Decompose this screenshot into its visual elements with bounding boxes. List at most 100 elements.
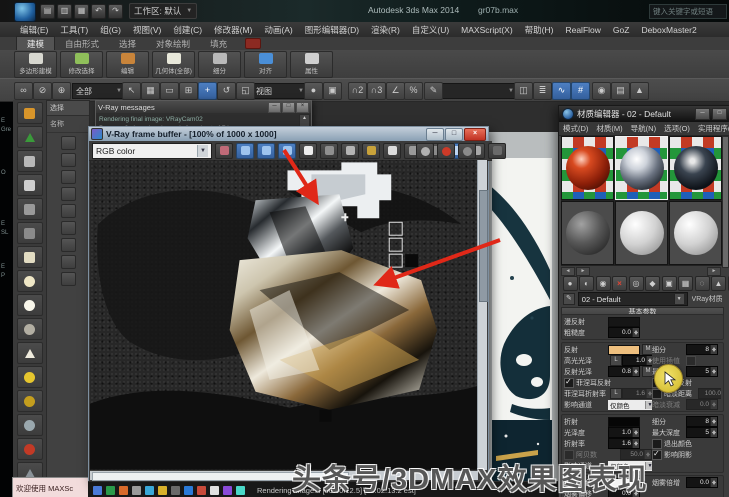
angle-snap-icon[interactable]: ∠ (386, 82, 405, 100)
menu-item[interactable]: 选项(O) (660, 123, 694, 134)
select-object-icon[interactable]: ↖ (122, 82, 141, 100)
bind-spacewarp-icon[interactable]: ⊕ (52, 82, 71, 100)
menu-item[interactable]: 实用程序(U) (694, 123, 729, 134)
ribbon-button[interactable]: 编辑 (106, 50, 149, 78)
exit-color-checkbox[interactable] (652, 438, 662, 449)
vray-messages-titlebar[interactable]: V-Ray messages ─ □ × (96, 101, 311, 113)
menu-item[interactable]: DeboxMaster2 (635, 25, 702, 35)
minimize-icon[interactable]: ─ (268, 101, 281, 113)
affect-shadows-checkbox[interactable] (652, 449, 662, 460)
select-scale-icon[interactable]: ◱ (236, 82, 255, 100)
explorer-item-icon[interactable] (60, 221, 76, 235)
ior-spinner[interactable]: 1.6 (608, 438, 640, 449)
taskbar-app-icon[interactable] (145, 485, 154, 495)
material-type-button[interactable]: VRay材质 (692, 294, 722, 304)
dock-tool-button[interactable] (16, 102, 43, 124)
make-unique-icon[interactable]: ◆ (645, 276, 660, 291)
menu-item[interactable]: 视图(V) (127, 24, 167, 36)
reflection-color-swatch[interactable] (608, 344, 640, 355)
ribbon-button[interactable]: 几何体(全部) (152, 50, 195, 78)
menu-item[interactable]: 渲染(R) (365, 24, 406, 36)
ribbon-button[interactable]: 细分 (198, 50, 241, 78)
taskbar-app-icon[interactable] (223, 485, 232, 495)
force-color-clamping-icon[interactable] (215, 142, 233, 159)
unlink-selection-icon[interactable]: ⊘ (33, 82, 52, 100)
render-production-icon[interactable]: ▲ (630, 82, 649, 100)
refraction-color-swatch[interactable] (608, 416, 640, 427)
maxscript-mini-listener[interactable]: 欢迎使用 MAXSc (12, 477, 94, 497)
taskbar-app-icon[interactable] (106, 485, 115, 495)
menu-item[interactable]: 自定义(U) (406, 24, 455, 36)
dock-tool-button[interactable] (16, 150, 43, 172)
maximize-icon[interactable]: □ (712, 108, 727, 120)
snap-toggle-3d-icon[interactable]: ∩3 (367, 82, 386, 100)
ribbon-tab[interactable]: 对象绘制 (146, 37, 200, 50)
roughness-spinner[interactable]: 0.0 (608, 327, 640, 338)
dock-tool-button[interactable] (16, 174, 43, 196)
named-selection-dropdown[interactable]: ▼ (436, 83, 518, 99)
material-sample-slot[interactable] (669, 136, 722, 200)
search-input[interactable]: 键入关键字或短语 (649, 4, 727, 19)
menu-item[interactable]: MAXScript(X) (455, 25, 518, 35)
save-material-icon[interactable]: ▣ (661, 276, 677, 291)
render-setup-icon[interactable]: ▤ (611, 82, 630, 100)
affect-channels-dropdown[interactable]: 仅颜色 ▼ (608, 399, 652, 410)
select-move-icon[interactable]: + (198, 82, 217, 100)
taskbar-app-icon[interactable] (171, 485, 180, 495)
explorer-item-icon[interactable] (60, 238, 76, 252)
ribbon-tab[interactable]: 建模 (16, 36, 56, 50)
selection-filter-dropdown[interactable]: 全部 ▼ (72, 83, 126, 99)
minimize-icon[interactable]: ─ (695, 108, 710, 120)
show-map-in-viewport-icon[interactable]: ▦ (678, 276, 693, 291)
align-icon[interactable]: ≣ (533, 82, 552, 100)
taskbar-app-icon[interactable] (119, 485, 128, 495)
ribbon-tab[interactable]: 填充 (200, 37, 237, 50)
stop-render-icon[interactable] (437, 143, 455, 159)
fog-multiplier-spinner[interactable]: 0.0 (686, 477, 718, 488)
slot-scrollbar[interactable] (722, 136, 729, 268)
dock-tool-button[interactable] (16, 366, 43, 388)
save-file-icon[interactable]: ▦ (74, 3, 89, 19)
taskbar-app-icon[interactable] (197, 485, 206, 495)
ribbon-button[interactable]: 属性 (290, 50, 333, 78)
menu-item[interactable]: 导航(N) (627, 123, 660, 134)
dock-tool-button[interactable] (16, 126, 43, 148)
material-sample-slot[interactable] (561, 201, 614, 265)
assign-to-selection-icon[interactable]: ◉ (595, 276, 611, 291)
reflection-gloss-map-button[interactable]: M (642, 366, 652, 377)
percent-snap-icon[interactable]: % (404, 82, 423, 100)
slot-nav-more-icon[interactable]: ► (707, 266, 721, 276)
refraction-max-depth-spinner[interactable]: 5 (686, 427, 718, 438)
alpha-channel-icon[interactable] (320, 142, 338, 159)
minimize-icon[interactable]: ─ (426, 127, 444, 141)
panel-tab[interactable]: 选择 (47, 101, 89, 116)
taskbar-app-icon[interactable] (158, 485, 167, 495)
menu-item[interactable]: GoZ (607, 25, 636, 35)
ribbon-button[interactable]: 对齐 (244, 50, 287, 78)
green-channel-icon[interactable] (257, 142, 275, 159)
dock-tool-button[interactable] (16, 270, 43, 292)
3dsmax-logo-icon[interactable] (14, 2, 36, 22)
slot-nav-prev-icon[interactable]: ◄ (561, 266, 575, 276)
taskbar-app-icon[interactable] (132, 485, 141, 495)
dim-distance-spinner[interactable]: 100.0 (698, 388, 721, 399)
ribbon-tab[interactable]: 选择 (109, 37, 146, 50)
menu-item[interactable]: RealFlow (559, 25, 606, 35)
dock-tool-button[interactable] (16, 414, 43, 436)
explorer-item-icon[interactable] (60, 255, 76, 269)
explorer-item-icon[interactable] (60, 170, 76, 184)
max-depth-spinner[interactable]: 5 (686, 366, 718, 377)
reflection-map-button[interactable]: M (642, 344, 652, 355)
select-rotate-icon[interactable]: ↺ (217, 82, 236, 100)
diffuse-color-swatch[interactable] (608, 316, 640, 327)
load-image-icon[interactable] (362, 142, 380, 159)
maximize-icon[interactable]: □ (282, 101, 295, 113)
curve-editor-icon[interactable]: ∿ (552, 82, 571, 100)
material-editor-titlebar[interactable]: 材质编辑器 - 02 - Default ─ □ (559, 106, 729, 122)
redo-icon[interactable]: ↷ (108, 3, 123, 19)
taskbar-app-icon[interactable] (93, 485, 102, 495)
fresnel-checkbox[interactable] (564, 377, 574, 388)
reflection-gloss-spinner[interactable]: 0.8 (608, 366, 640, 377)
menu-item[interactable]: 工具(T) (54, 24, 94, 36)
select-link-icon[interactable]: ∞ (14, 82, 33, 100)
